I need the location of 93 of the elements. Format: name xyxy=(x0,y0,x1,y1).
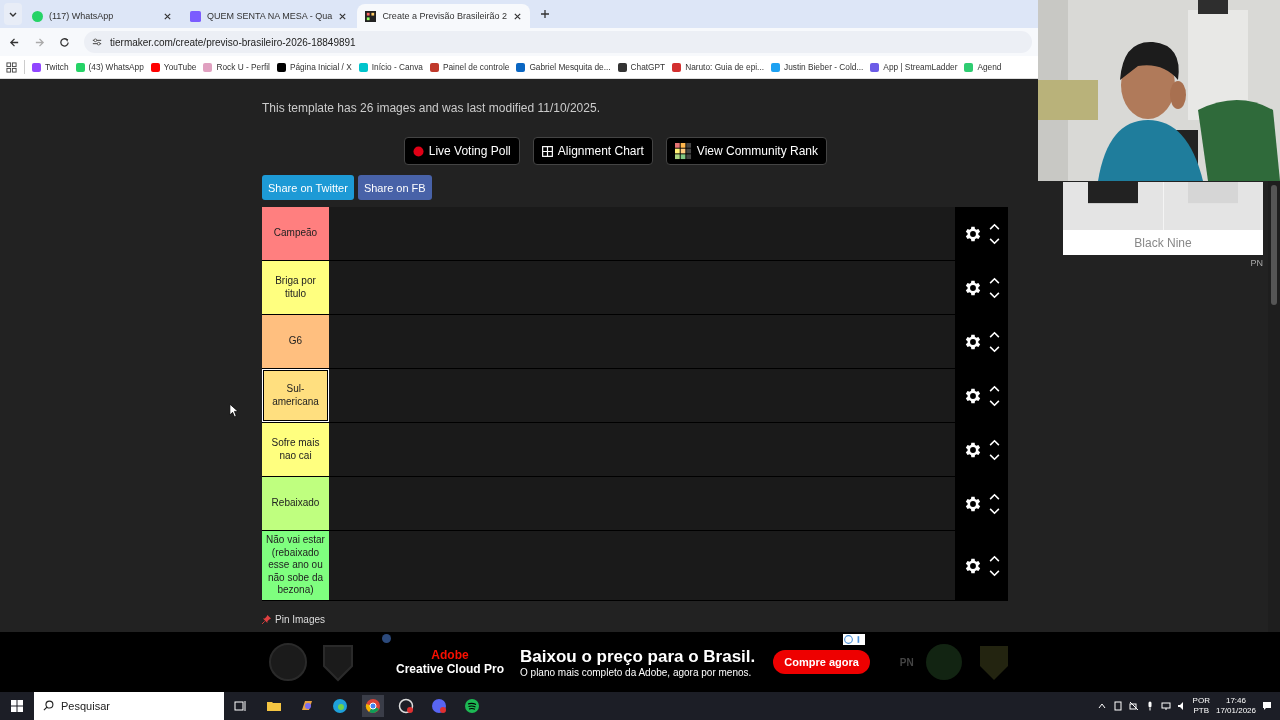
bookmark[interactable]: Início - Canva xyxy=(358,62,423,72)
new-tab-icon[interactable] xyxy=(539,9,550,19)
bookmark[interactable]: ChatGPT xyxy=(617,62,666,72)
browser-tab[interactable]: QUEM SENTA NA MESA - Qua xyxy=(182,4,356,28)
network-icon[interactable] xyxy=(1160,701,1171,711)
chat-icon xyxy=(32,10,43,22)
share-button[interactable]: Share on FB xyxy=(357,175,432,200)
shield-icon xyxy=(382,634,391,643)
ad-subline: O plano mais completo da Adobe, agora por menos. xyxy=(520,666,753,678)
move-down-icon[interactable] xyxy=(989,237,1000,245)
move-up-icon[interactable] xyxy=(989,554,1000,562)
reload-icon[interactable] xyxy=(59,36,70,48)
site-settings-icon[interactable] xyxy=(92,37,102,47)
bookmark[interactable]: Twitch xyxy=(32,62,69,72)
tier-label[interactable]: Sul-americana xyxy=(262,369,329,422)
search-field[interactable]: Pesquisar xyxy=(34,692,224,720)
browser-tab[interactable]: Create a Previsão Brasileirão 2 xyxy=(357,4,530,28)
crest-icon xyxy=(268,642,308,682)
bookmark[interactable]: Naruto: Guia de epi... xyxy=(672,62,764,72)
crest-icon xyxy=(923,642,964,682)
close-icon[interactable] xyxy=(512,11,522,21)
move-down-icon[interactable] xyxy=(989,291,1000,299)
ad-caption: Black Nine xyxy=(1133,234,1193,252)
move-down-icon[interactable] xyxy=(989,507,1000,515)
language-indicator[interactable]: POR PTB xyxy=(1192,696,1210,716)
pin-images-toggle[interactable]: Pin Images xyxy=(262,614,326,625)
ad-info-icon[interactable] xyxy=(843,634,865,645)
record-icon xyxy=(412,145,424,157)
move-down-icon[interactable] xyxy=(989,569,1000,577)
browser-tab[interactable]: (117) WhatsApp xyxy=(24,4,180,28)
app-icon[interactable] xyxy=(398,698,414,714)
apps-icon[interactable] xyxy=(6,61,17,73)
ad-tag: PN xyxy=(899,656,914,668)
bookmark[interactable]: Agend xyxy=(964,62,1002,72)
move-up-icon[interactable] xyxy=(989,492,1000,500)
clock[interactable]: 17:46 17/01/2026 xyxy=(1215,696,1256,716)
move-up-icon[interactable] xyxy=(989,384,1000,392)
search-icon xyxy=(43,700,54,711)
device-icon[interactable] xyxy=(1112,701,1123,711)
tier-label[interactable]: G6 xyxy=(262,315,329,368)
bookmark[interactable]: Rock U - Perfil xyxy=(203,62,270,72)
action-button[interactable]: Live Voting Poll xyxy=(403,137,520,165)
bookmark[interactable]: Painel de controle xyxy=(429,62,510,72)
bookmark[interactable]: YouTube xyxy=(150,62,197,72)
bookmark[interactable]: Gabriel Mesquita de... xyxy=(516,62,611,72)
notification-icon[interactable] xyxy=(1262,701,1272,711)
bookmark[interactable]: (43) WhatsApp xyxy=(75,62,144,72)
ad-card[interactable]: Black Nine xyxy=(1063,182,1263,255)
move-down-icon[interactable] xyxy=(989,345,1000,353)
move-up-icon[interactable] xyxy=(989,438,1000,446)
address-bar[interactable]: tiermaker.com/create/previso-brasileiro-2026-18849891 xyxy=(84,31,1032,53)
ad-product: Creative Cloud Pro xyxy=(396,662,505,676)
pin-icon xyxy=(262,615,271,624)
tier-label[interactable]: Briga por titulo xyxy=(262,261,329,314)
ad-tag: PN xyxy=(1250,258,1263,268)
chrome-icon[interactable] xyxy=(362,695,384,717)
tier-label[interactable]: Campeão xyxy=(262,207,329,260)
tab-list-button[interactable] xyxy=(4,3,22,25)
tier-label[interactable]: Rebaixado xyxy=(262,477,329,530)
tier-label[interactable]: Não vai estar (rebaixado esse ano ou não sobe da bezona) xyxy=(262,531,329,600)
scrollbar-thumb[interactable] xyxy=(1271,185,1277,305)
bookmark[interactable]: App | StreamLadder xyxy=(870,62,958,72)
close-icon[interactable] xyxy=(163,11,172,21)
tier-label[interactable]: Sofre mais nao cai xyxy=(262,423,329,476)
move-down-icon[interactable] xyxy=(989,453,1000,461)
app-icon xyxy=(190,10,201,22)
music-icon[interactable] xyxy=(464,698,480,714)
move-up-icon[interactable] xyxy=(989,330,1000,338)
camera-off-icon[interactable] xyxy=(1128,701,1139,711)
move-up-icon[interactable] xyxy=(989,276,1000,284)
ad-brand: Adobe xyxy=(431,648,469,662)
action-button[interactable]: View Community Rank xyxy=(665,137,827,165)
grid-icon xyxy=(541,145,553,157)
back-icon[interactable] xyxy=(9,36,20,48)
close-icon[interactable] xyxy=(338,11,348,21)
template-info: This template has 26 images and was last modified 11/10/2025. xyxy=(262,101,601,117)
chat-app-icon[interactable] xyxy=(431,698,447,714)
cursor-icon xyxy=(229,403,238,418)
task-view-icon[interactable] xyxy=(233,698,249,714)
start-icon[interactable] xyxy=(11,700,23,712)
move-down-icon[interactable] xyxy=(989,399,1000,407)
ad-headline: Baixou o preço para o Brasil. xyxy=(520,646,756,667)
grid-icon xyxy=(365,10,377,22)
ad-cta-button[interactable]: Compre agora xyxy=(773,650,870,674)
banner-ad[interactable]: Adobe Creative Cloud Pro Baixou o preço para o Brasil. O plano mais completo da Adobe, agora por menos. Compre agora PN xyxy=(0,632,1280,692)
browser-icon[interactable] xyxy=(332,698,348,714)
bookmark[interactable]: Justin Bieber - Cold... xyxy=(771,62,864,72)
tier-grid-icon xyxy=(674,142,692,160)
pin-images-label: Pin Images xyxy=(275,614,326,625)
bookmark[interactable]: Página Inicial / X xyxy=(276,62,352,72)
chevron-up-icon[interactable] xyxy=(1096,701,1107,711)
action-button[interactable]: Alignment Chart xyxy=(532,137,653,165)
move-up-icon[interactable] xyxy=(989,222,1000,230)
